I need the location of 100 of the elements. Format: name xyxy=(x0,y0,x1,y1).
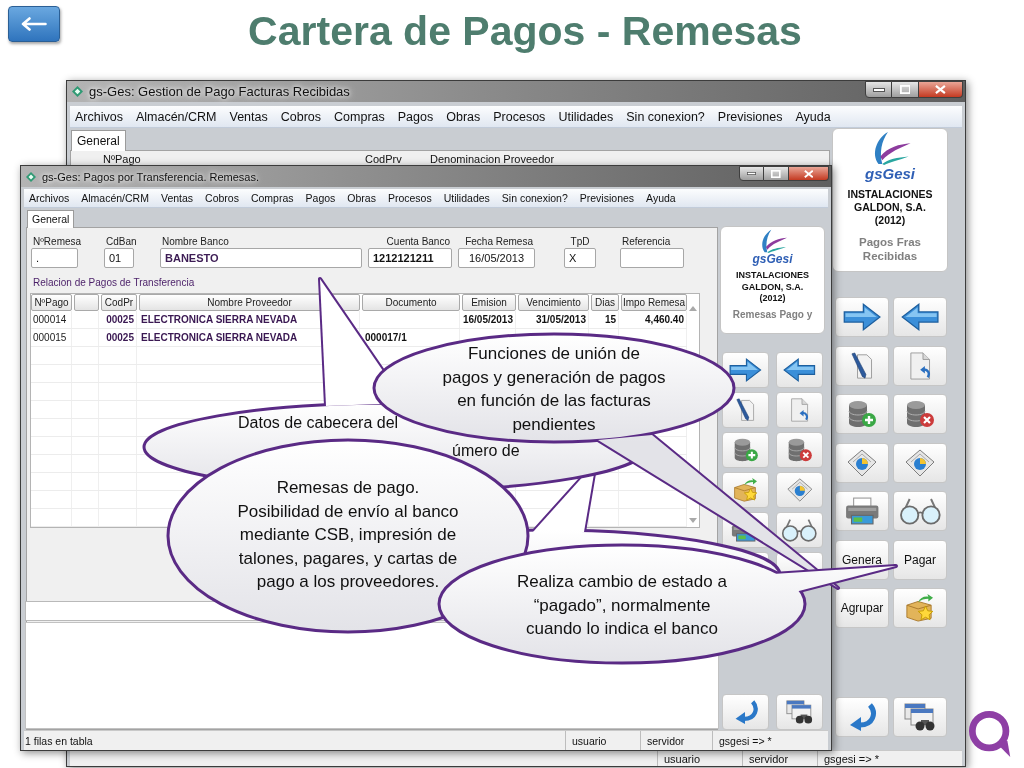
menu-item[interactable]: Compras xyxy=(334,109,385,124)
menu-item[interactable]: Sin conexion? xyxy=(626,109,705,124)
input-field[interactable] xyxy=(620,248,684,268)
maximize-button[interactable] xyxy=(892,81,919,98)
callout-text: Datos de cabecera del xyxy=(238,414,399,432)
menu-item[interactable]: Archivos xyxy=(75,109,123,124)
pie-chart-icon[interactable] xyxy=(786,478,813,502)
menu-item[interactable]: Cobros xyxy=(280,109,322,124)
database-x-icon[interactable] xyxy=(786,438,813,462)
close-button[interactable] xyxy=(919,81,963,98)
input-field[interactable]: 01 xyxy=(104,248,134,268)
toolbar-button[interactable] xyxy=(835,345,889,386)
menu-item[interactable]: Ayuda xyxy=(646,192,676,204)
database-plus-icon[interactable] xyxy=(847,400,877,428)
document-number: 000017/1 xyxy=(365,332,407,343)
glasses-icon[interactable] xyxy=(781,518,818,542)
minimize-button[interactable] xyxy=(865,81,892,98)
column-header: Documento xyxy=(362,294,460,311)
input-field[interactable]: . xyxy=(31,248,78,268)
input-field[interactable]: 1212121211 xyxy=(368,248,452,268)
pie-chart-icon[interactable] xyxy=(847,448,877,477)
document-arrow-icon[interactable] xyxy=(789,398,810,422)
input-field[interactable]: 16/05/2013 xyxy=(458,248,535,268)
payment-number: 000014 xyxy=(33,314,67,325)
minimize-icon[interactable] xyxy=(747,172,756,175)
column-label: CodPrv xyxy=(365,154,403,165)
pen-document-icon[interactable] xyxy=(735,398,756,422)
window-title: gs-Ges: Pagos por Transferencia. Remesas. xyxy=(42,170,261,183)
printer-icon[interactable] xyxy=(844,497,880,525)
tab[interactable]: General xyxy=(71,130,126,151)
column-header: Emision xyxy=(462,294,516,311)
field-label: TpD xyxy=(569,236,591,247)
windows-binoculars-icon[interactable] xyxy=(904,703,936,731)
column-header: NºPago xyxy=(31,294,72,311)
document-arrow-icon[interactable] xyxy=(908,351,932,380)
company-name: INSTALACIONES GALDON, S.A. (2012) xyxy=(736,270,809,305)
toolbar-button[interactable] xyxy=(893,697,947,737)
menu-item[interactable]: Obras xyxy=(446,109,481,124)
toolbar-button[interactable] xyxy=(893,297,947,337)
pen-document-icon[interactable] xyxy=(850,351,874,380)
right-arrow-icon[interactable] xyxy=(729,358,762,382)
maximize-button[interactable] xyxy=(764,166,789,181)
close-icon[interactable] xyxy=(803,169,814,178)
column-header: Dias xyxy=(591,294,619,311)
left-arrow-icon[interactable] xyxy=(783,358,816,382)
input-field[interactable]: BANESTO xyxy=(160,248,362,268)
section-title: Relacion de Pagos de Transferencia xyxy=(33,277,196,288)
action-button[interactable]: Agrupar xyxy=(835,588,889,628)
callout-text: Realiza cambio de estado a “pagado”, normalmente cuando lo indica el banco xyxy=(517,571,727,640)
menu-item[interactable]: Ayuda xyxy=(795,109,831,124)
action-button[interactable]: Pagar xyxy=(893,539,947,580)
issue-date: 16/05/2013 xyxy=(462,314,513,325)
callout-text: Funciones de unión de pagos y generación de pagos en función de las facturas pendientes xyxy=(442,343,666,436)
menu-item[interactable]: Ventas xyxy=(160,192,194,204)
box-star-icon[interactable] xyxy=(905,594,935,622)
box-star-icon[interactable] xyxy=(732,478,759,502)
back-button[interactable] xyxy=(8,6,60,42)
field-label: Nombre Banco xyxy=(161,236,230,247)
menu-item[interactable]: Almacén/CRM xyxy=(135,109,217,124)
toolbar-button[interactable] xyxy=(835,297,889,337)
status-text: usuario xyxy=(664,752,701,765)
menu-item[interactable]: Pagos xyxy=(305,192,336,204)
toolbar-button[interactable] xyxy=(776,694,823,730)
column-label: Denominacion Proveedor xyxy=(430,154,556,165)
menu-item[interactable]: Previsiones xyxy=(717,109,783,124)
menu-item[interactable]: Previsiones xyxy=(579,192,635,204)
menu-item[interactable]: Utilidades xyxy=(558,109,614,124)
tab[interactable]: General xyxy=(27,210,75,228)
close-button[interactable] xyxy=(789,166,829,181)
menu-item[interactable]: Utilidades xyxy=(443,192,490,204)
column-header: Vencimiento xyxy=(518,294,589,311)
pie-chart-icon[interactable] xyxy=(905,448,935,477)
menu-item[interactable]: Ventas xyxy=(229,109,268,124)
minimize-icon[interactable] xyxy=(872,87,885,92)
minimize-button[interactable] xyxy=(739,166,764,181)
menu-item[interactable]: Compras xyxy=(250,192,294,204)
menu-item[interactable]: Sin conexion? xyxy=(501,192,568,204)
input-field[interactable]: X xyxy=(564,248,596,268)
callout-text: úmero de xyxy=(452,442,520,460)
menu-item[interactable]: Procesos xyxy=(387,192,432,204)
right-arrow-icon[interactable] xyxy=(842,303,882,331)
column-label: NºPago xyxy=(103,154,142,165)
supplier-code: 00025 xyxy=(106,332,134,343)
close-icon[interactable] xyxy=(935,85,946,94)
glasses-icon[interactable] xyxy=(898,497,942,525)
toolbar-button[interactable] xyxy=(776,352,823,388)
field-label: Cuenta Banco xyxy=(385,236,451,247)
database-plus-icon[interactable] xyxy=(732,438,759,462)
menu-item[interactable]: Almacén/CRM xyxy=(81,192,149,204)
menu-item[interactable]: Procesos xyxy=(493,109,546,124)
menu-item[interactable]: Archivos xyxy=(29,192,70,204)
database-x-icon[interactable] xyxy=(905,400,935,428)
windows-binoculars-icon[interactable] xyxy=(785,700,814,724)
menu-item[interactable]: Cobros xyxy=(205,192,239,204)
menu-item[interactable]: Obras xyxy=(347,192,376,204)
menu-item[interactable]: Pagos xyxy=(397,109,434,124)
toolbar-button[interactable] xyxy=(722,392,769,428)
status-text: 1 filas en tabla xyxy=(25,734,93,747)
left-arrow-icon[interactable] xyxy=(900,303,940,331)
supplier-name: ELECTRONICA SIERRA NEVADA xyxy=(141,314,298,325)
